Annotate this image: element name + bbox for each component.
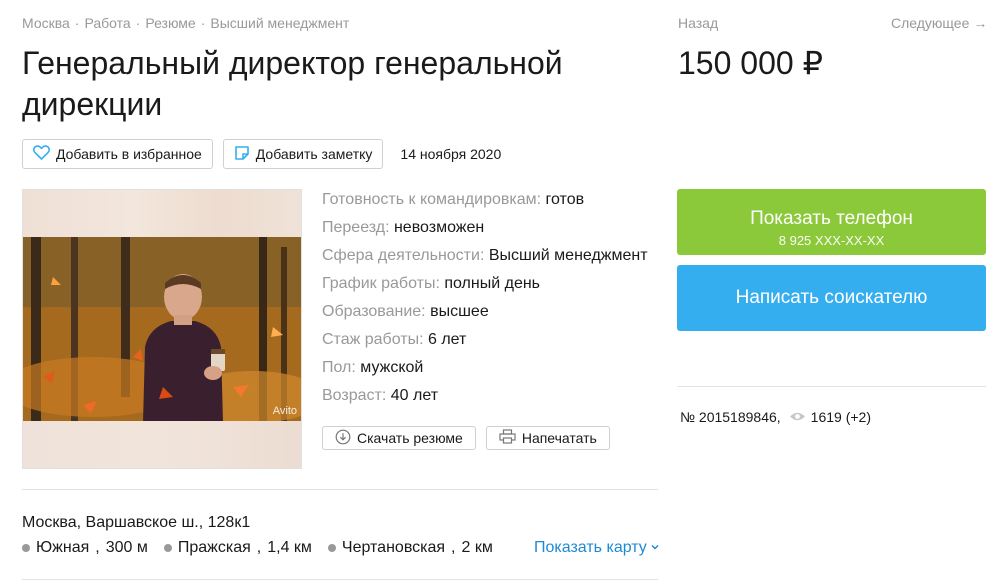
section-divider <box>22 489 658 490</box>
show-phone-button[interactable]: Показать телефон 8 925 XXX-XX-XX <box>677 189 986 255</box>
param-label: Готовность к командировкам: <box>322 191 542 208</box>
address: Москва, Варшавское ш., 128к1 <box>22 514 251 531</box>
download-resume-label: Скачать резюме <box>357 430 463 446</box>
metro-dot-icon <box>22 544 30 552</box>
breadcrumb-separator: · <box>74 15 80 31</box>
document-actions: Скачать резюме Напечатать <box>322 426 610 450</box>
print-label: Напечатать <box>521 430 597 446</box>
title-actions: Добавить в избранное Добавить заметку 14… <box>22 139 501 169</box>
breadcrumb-item-category[interactable]: Высший менеджмент <box>210 15 349 31</box>
ad-number: № 2015189846, <box>680 409 781 425</box>
param-row: Стаж работы: 6 лет <box>322 326 648 354</box>
param-value: 40 лет <box>390 387 439 404</box>
photo-scene: Avito <box>23 237 301 423</box>
metro-station-name: Пражская <box>177 539 251 556</box>
breadcrumb-item-work[interactable]: Работа <box>84 15 130 31</box>
param-label: Сфера деятельности: <box>322 247 485 264</box>
param-row: График работы: полный день <box>322 270 648 298</box>
view-count: 1619 (+2) <box>810 409 871 425</box>
metro-station-name: Чертановская <box>341 539 446 556</box>
param-row: Образование: высшее <box>322 298 648 326</box>
metro-station: Южная, 300 м <box>22 539 148 557</box>
breadcrumb-separator: · <box>200 15 206 31</box>
param-row: Сфера деятельности: Высший менеджмент <box>322 242 648 270</box>
metro-stations: Южная, 300 м Пражская, 1,4 км Чертановск… <box>22 539 493 557</box>
param-label: Возраст: <box>322 387 387 404</box>
resume-photo[interactable]: Avito <box>22 189 302 469</box>
param-row: Пол: мужской <box>322 354 648 382</box>
add-note-label: Добавить заметку <box>255 146 373 162</box>
add-to-favorites-button[interactable]: Добавить в избранное <box>22 139 213 169</box>
arrow-right-icon: → <box>973 15 988 31</box>
publish-date: 14 ноября 2020 <box>400 146 502 162</box>
download-resume-button[interactable]: Скачать резюме <box>322 426 476 450</box>
ad-info: № 2015189846, 1619 (+2) <box>680 409 871 425</box>
show-map-label: Показать карту <box>534 539 647 556</box>
param-value: готов <box>545 191 585 208</box>
masked-phone: 8 925 XXX-XX-XX <box>778 233 885 248</box>
metro-distance-sep: , <box>451 539 456 556</box>
metro-distance-sep: , <box>95 539 100 556</box>
metro-distance-sep: , <box>256 539 262 556</box>
param-value: мужской <box>360 359 424 376</box>
breadcrumb-item-city[interactable]: Москва <box>22 15 70 31</box>
photo-watermark: Avito <box>272 405 297 417</box>
eye-icon <box>789 409 806 425</box>
nav-back-link[interactable]: Назад <box>678 15 718 31</box>
param-label: Образование: <box>322 303 426 320</box>
param-value: 6 лет <box>427 331 467 348</box>
resume-params: Готовность к командировкам: готов Переез… <box>322 186 648 410</box>
breadcrumb: Москва · Работа · Резюме · Высший менедж… <box>22 15 349 31</box>
add-to-favorites-label: Добавить в избранное <box>56 146 202 162</box>
param-label: График работы: <box>322 275 440 292</box>
add-note-button[interactable]: Добавить заметку <box>222 139 384 169</box>
param-label: Переезд: <box>322 219 390 236</box>
show-map-link[interactable]: Показать карту <box>534 539 660 557</box>
metro-station: Пражская, 1,4 км <box>163 539 312 557</box>
param-value: полный день <box>444 275 541 292</box>
breadcrumb-item-resume[interactable]: Резюме <box>145 15 195 31</box>
printer-icon <box>499 429 516 447</box>
metro-station-distance: 1,4 км <box>267 539 312 556</box>
chevron-down-icon <box>650 539 660 557</box>
param-value: высшее <box>430 303 489 320</box>
param-row: Переезд: невозможен <box>322 214 648 242</box>
metro-dot-icon <box>163 544 172 552</box>
note-icon <box>234 145 250 164</box>
nav-next-link[interactable]: Следующее → <box>891 15 987 31</box>
param-label: Пол: <box>322 359 356 376</box>
view-counter: 1619 (+2) <box>789 409 871 425</box>
price: 150 000 ₽ <box>678 45 823 81</box>
param-row: Готовность к командировкам: готов <box>322 186 648 214</box>
message-applicant-button[interactable]: Написать соискателю <box>677 265 986 331</box>
page-title: Генеральный директор генеральной дирекци… <box>22 45 563 122</box>
show-phone-label: Показать телефон <box>750 208 913 229</box>
metro-station: Чертановская, 2 км <box>327 539 493 557</box>
section-divider <box>22 579 658 580</box>
download-icon <box>335 429 351 448</box>
param-value: невозможен <box>393 219 485 236</box>
param-row: Возраст: 40 лет <box>322 382 648 410</box>
param-label: Стаж работы: <box>322 331 424 348</box>
metro-dot-icon <box>327 544 336 552</box>
metro-station-name: Южная <box>36 539 90 556</box>
print-button[interactable]: Напечатать <box>485 426 610 450</box>
heart-icon <box>33 145 50 163</box>
sidebar-divider <box>677 386 986 387</box>
breadcrumb-separator: · <box>135 15 141 31</box>
metro-station-distance: 300 м <box>105 539 148 556</box>
metro-station-distance: 2 км <box>461 539 493 556</box>
photo-blur-top <box>23 190 301 237</box>
photo-blur-bottom <box>23 421 301 468</box>
param-value: Высший менеджмент <box>488 247 648 264</box>
nav-next-label: Следующее <box>891 15 970 31</box>
